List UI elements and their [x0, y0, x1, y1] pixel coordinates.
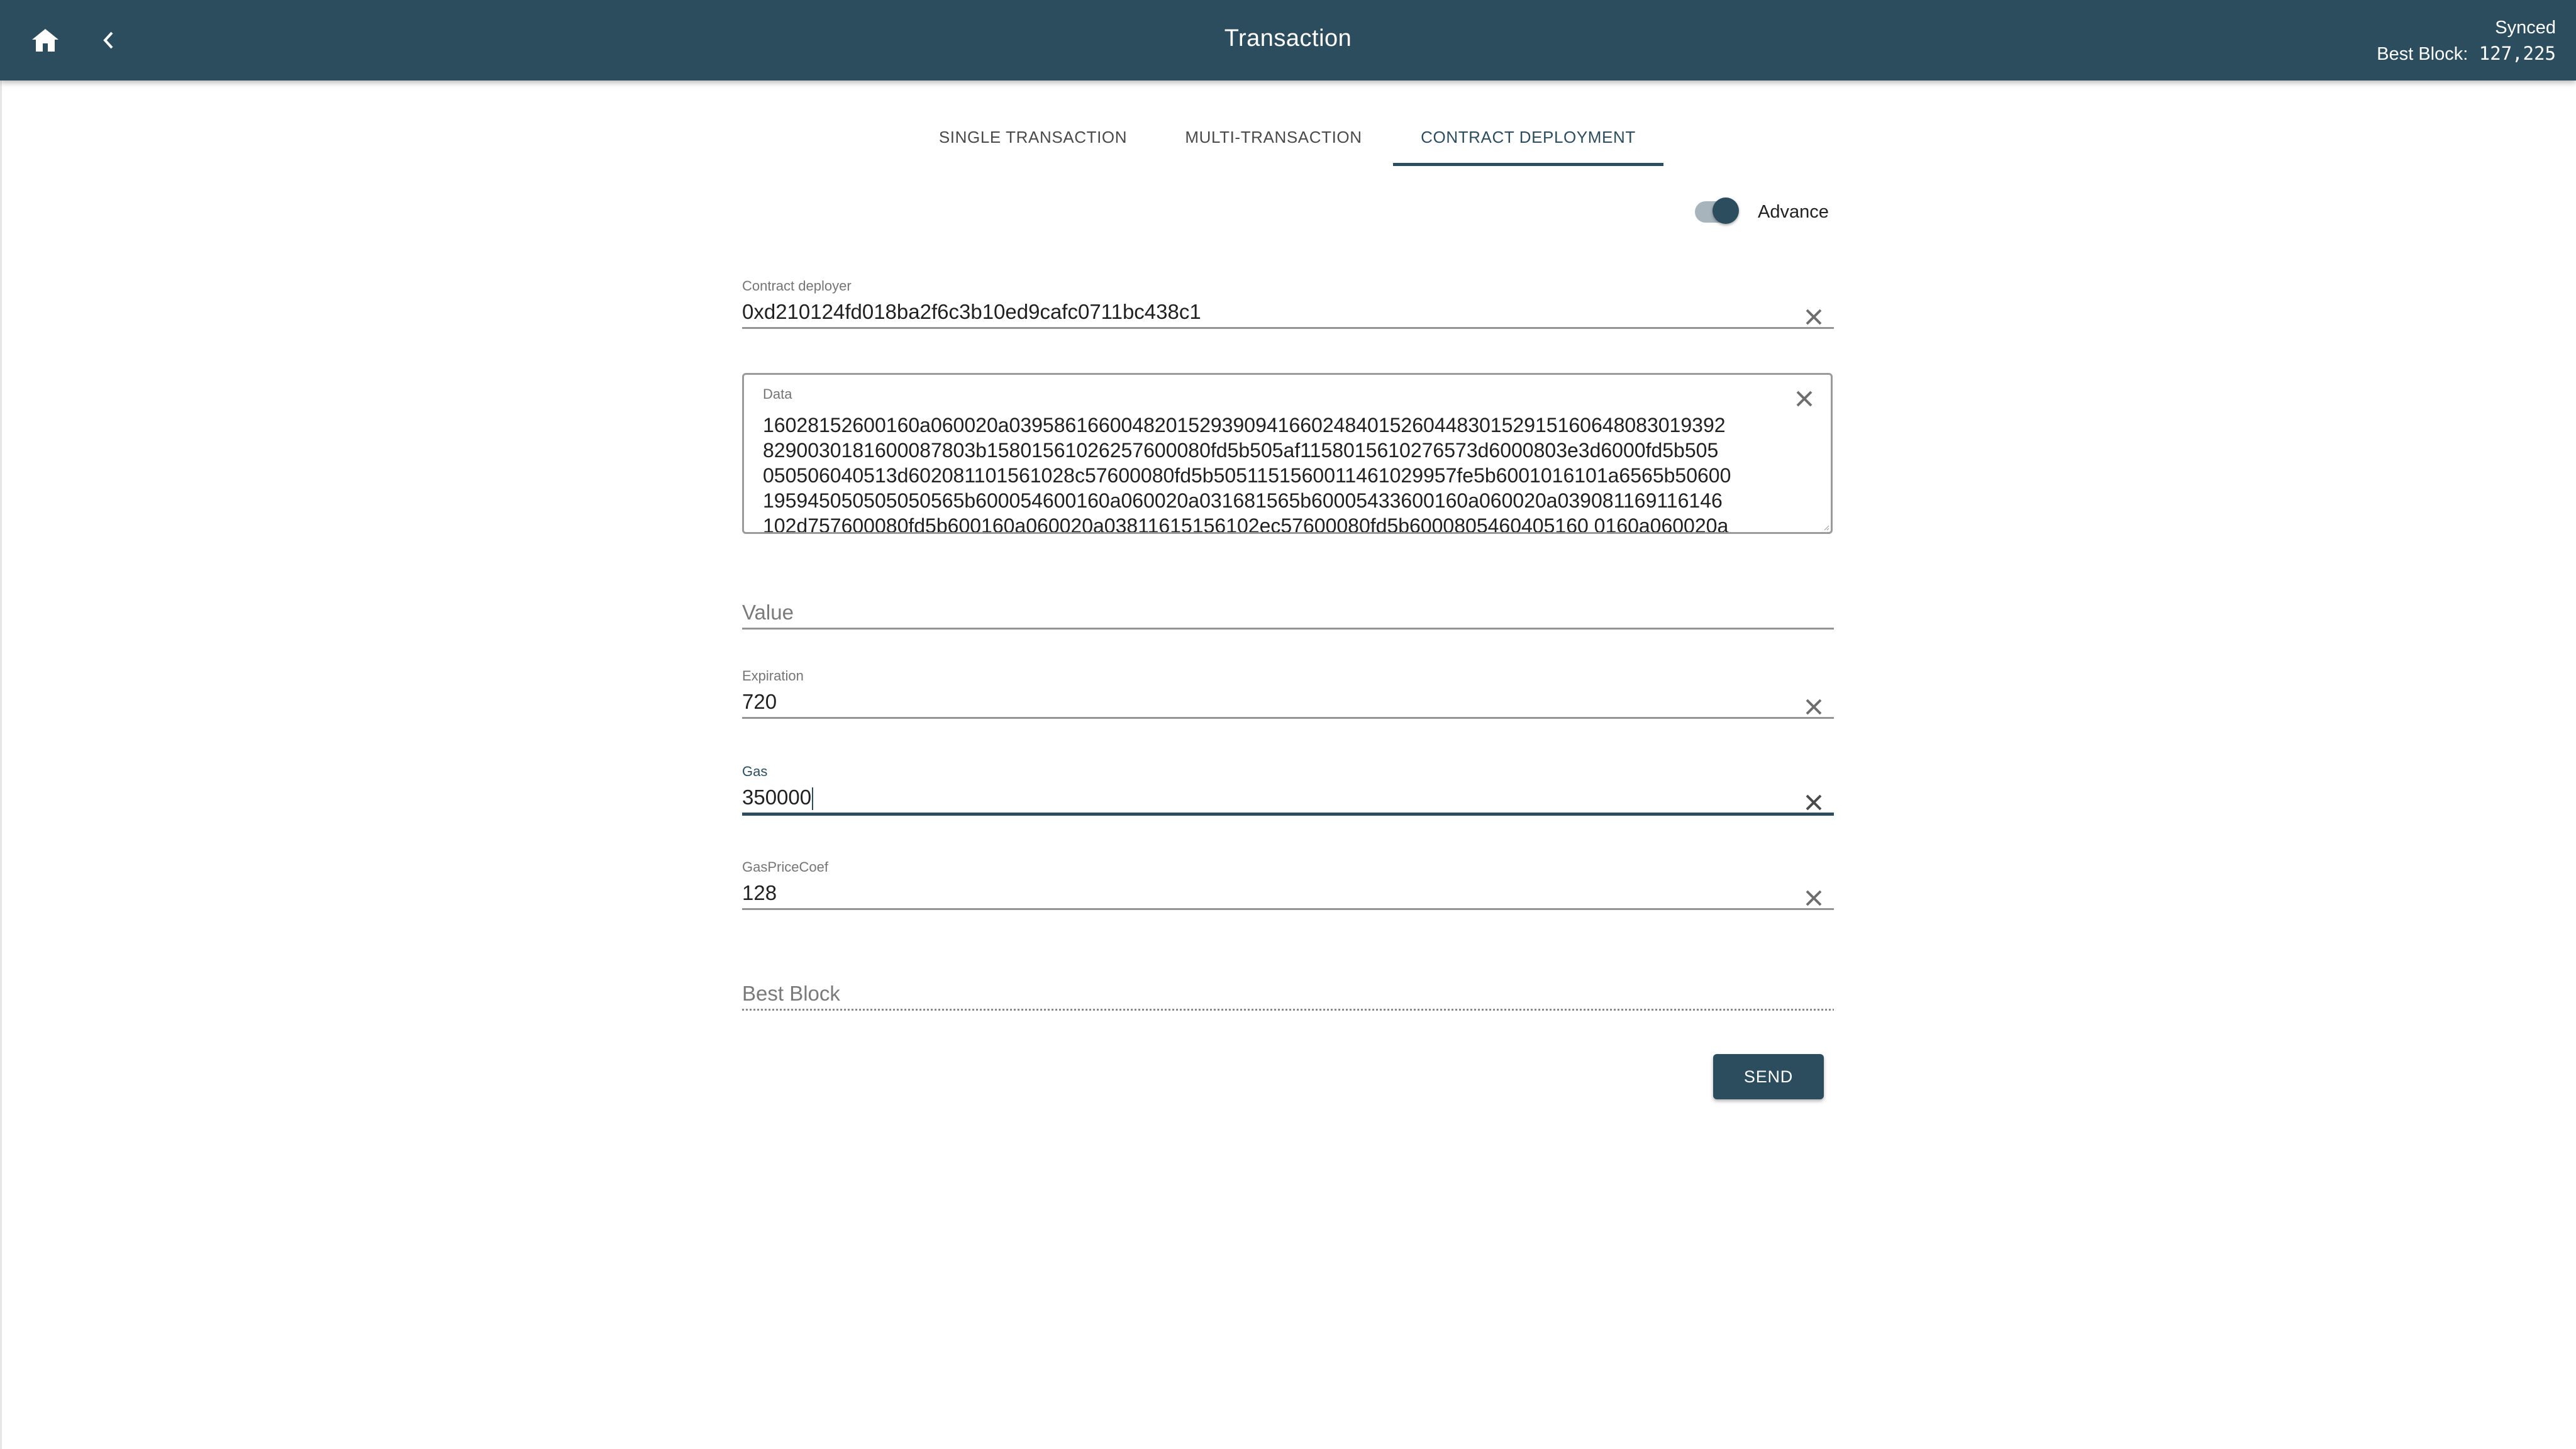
left-divider	[0, 80, 2, 1449]
clear-expiration-button[interactable]	[1802, 696, 1825, 718]
tab-single-transaction[interactable]: Single Transaction	[912, 107, 1154, 167]
close-icon	[1806, 890, 1822, 906]
best-block-label: Best Block:	[2377, 44, 2468, 64]
clear-contract-deployer-button[interactable]	[1802, 306, 1825, 328]
sync-status-text: Synced	[2495, 18, 2556, 38]
best-block-input[interactable]: Best Block	[742, 979, 1834, 1009]
resize-handle-icon[interactable]	[1823, 525, 1829, 531]
clear-gas-button[interactable]	[1802, 791, 1825, 814]
clear-data-button[interactable]	[1793, 387, 1816, 410]
close-icon	[1806, 699, 1822, 715]
advance-label: Advance	[1758, 201, 1829, 222]
best-block-readout: Best Block: 127,225	[2377, 41, 2556, 67]
data-line: 16028152600160a060020a039586166004820152…	[763, 414, 1726, 436]
toggle-thumb[interactable]	[1713, 197, 1739, 224]
sync-status: Synced Best Block: 127,225	[2377, 15, 2556, 67]
toggle-track[interactable]	[1695, 197, 1739, 224]
page-title: Transaction	[1224, 25, 1352, 52]
data-line: 8290030181600087803b15801561026257600080…	[763, 439, 1719, 462]
field-underline-focused	[742, 813, 1834, 816]
best-block-value: 127,225	[2479, 43, 2556, 64]
expiration-field[interactable]: Expiration 720	[742, 668, 1834, 719]
app-bar: Transaction Synced Best Block: 127,225	[0, 0, 2576, 80]
clear-gas-price-coef-button[interactable]	[1802, 887, 1825, 909]
gas-price-coef-label: GasPriceCoef	[742, 859, 828, 875]
field-underline	[742, 908, 1834, 910]
text-caret	[812, 787, 814, 811]
advance-toggle[interactable]: Advance	[1695, 197, 1829, 224]
contract-deployer-field[interactable]: Contract deployer 0xd210124fd018ba2f6c3b…	[742, 278, 1834, 329]
gas-price-coef-input[interactable]: 128	[742, 878, 1834, 908]
best-block-field[interactable]: Best Block	[742, 979, 1834, 1011]
close-icon	[1806, 794, 1822, 811]
gas-field[interactable]: Gas 350000	[742, 763, 1834, 816]
expiration-input[interactable]: 720	[742, 687, 1834, 717]
expiration-label: Expiration	[742, 668, 804, 684]
field-underline-dotted	[742, 1009, 1834, 1011]
data-content[interactable]: 16028152600160a060020a039586166004820152…	[763, 413, 1731, 534]
close-icon	[1806, 309, 1822, 325]
data-label: Data	[763, 386, 792, 402]
gas-price-coef-field[interactable]: GasPriceCoef 128	[742, 859, 1834, 910]
value-input[interactable]: Value	[742, 597, 1834, 628]
data-line: 195945050505050565b600054600160a060020a0…	[763, 489, 1723, 512]
gas-input-wrap[interactable]: 350000	[742, 782, 1834, 813]
gas-input[interactable]: 350000	[742, 786, 811, 809]
tab-multi-transaction[interactable]: Multi-Transaction	[1154, 107, 1393, 167]
value-field[interactable]: Value	[742, 597, 1834, 630]
gas-label: Gas	[742, 763, 768, 779]
send-button[interactable]: SEND	[1713, 1054, 1824, 1099]
field-underline	[742, 628, 1834, 630]
contract-deployer-input[interactable]: 0xd210124fd018ba2f6c3b10ed9cafc0711bc438…	[742, 297, 1834, 327]
contract-deployer-label: Contract deployer	[742, 278, 852, 294]
close-icon	[1796, 391, 1813, 407]
data-line: 102d757600080fd5b600160a060020a038116151…	[763, 514, 1729, 534]
data-line: 050506040513d602081101561028c57600080fd5…	[763, 464, 1731, 487]
data-textarea[interactable]: Data 16028152600160a060020a0395861660048…	[742, 373, 1833, 534]
transaction-tabs: Single Transaction Multi-Transaction Con…	[912, 107, 1663, 167]
field-underline	[742, 717, 1834, 719]
field-underline	[742, 327, 1834, 329]
tab-contract-deployment[interactable]: Contract Deployment	[1393, 107, 1663, 167]
